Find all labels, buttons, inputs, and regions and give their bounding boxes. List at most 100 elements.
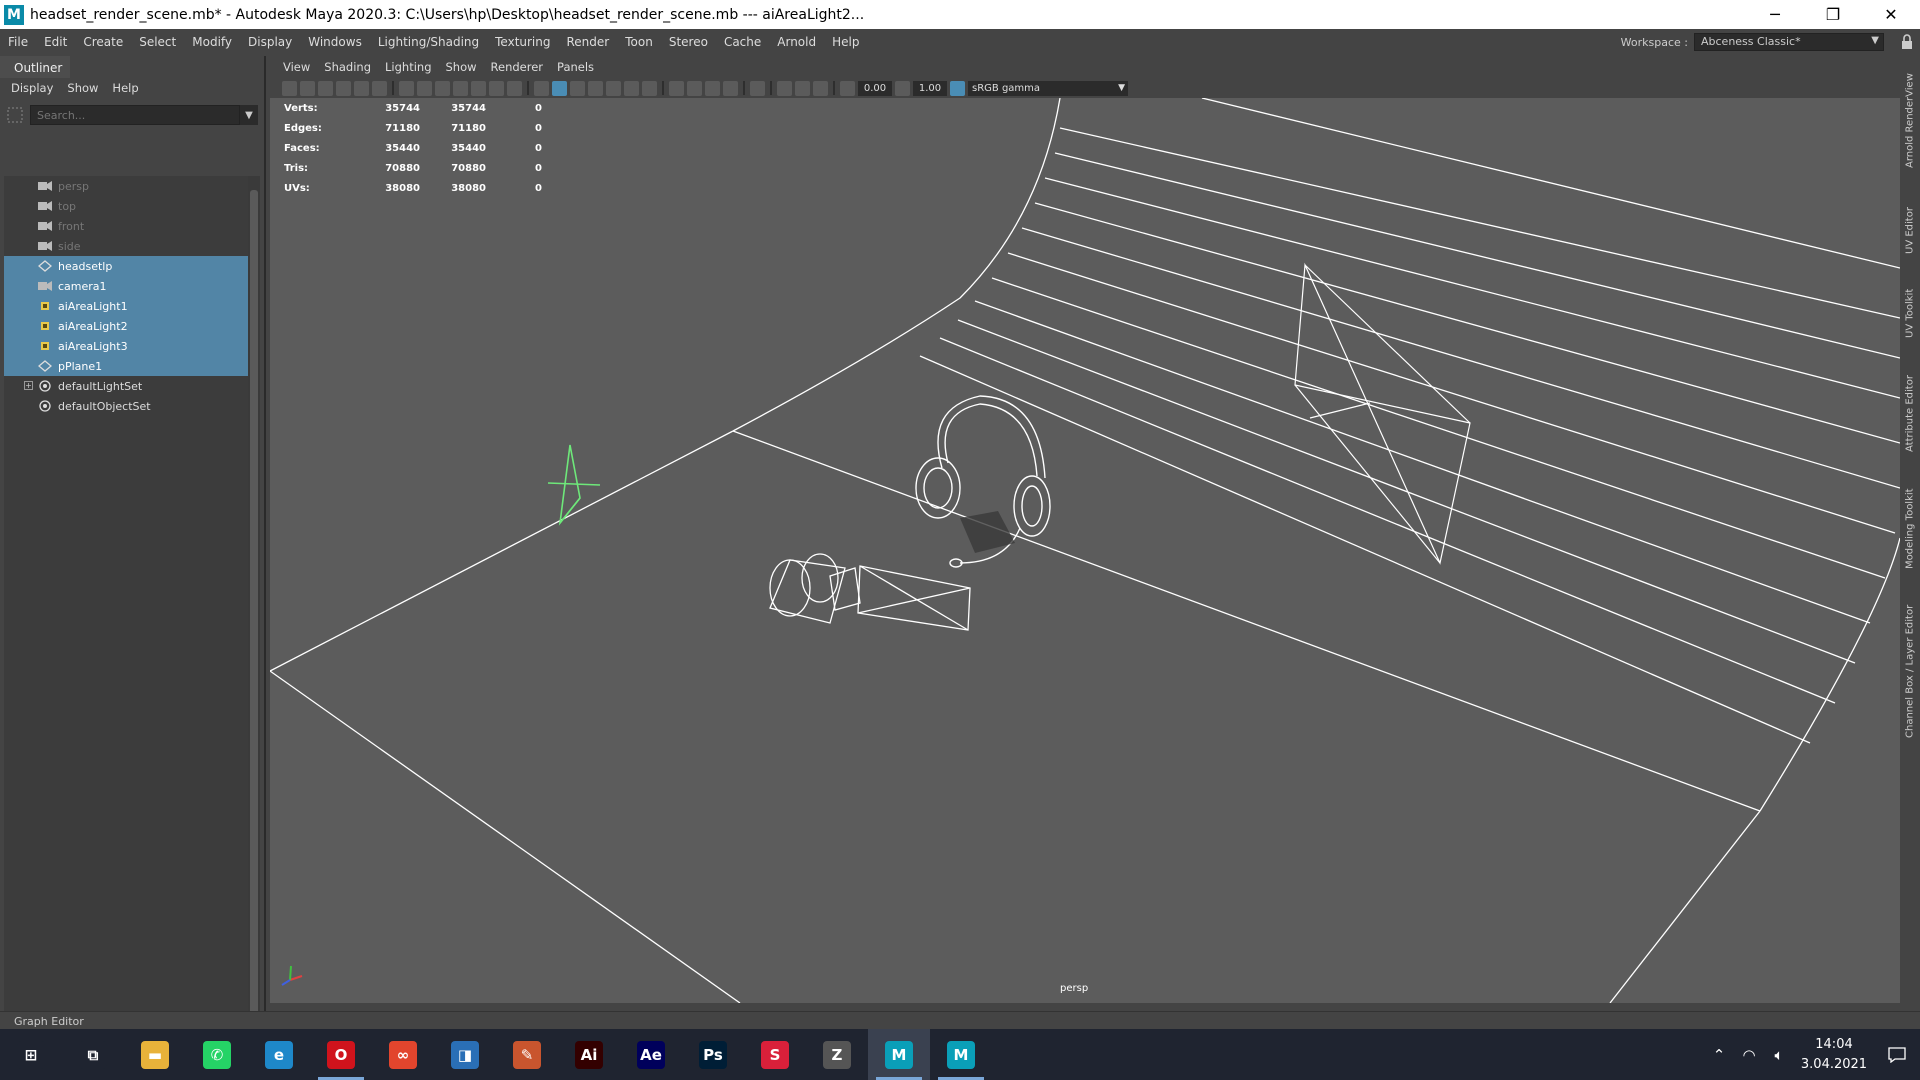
outliner-item[interactable]: defaultObjectSet — [4, 396, 248, 416]
windows-start-icon[interactable]: ⊞ — [0, 1029, 62, 1080]
gamma-field[interactable]: 1.00 — [913, 80, 947, 96]
default-material-icon[interactable] — [570, 80, 585, 96]
safe-action-icon[interactable] — [489, 80, 504, 96]
two-d-pan-icon[interactable] — [354, 80, 369, 96]
grease-pencil-icon[interactable] — [372, 80, 387, 96]
outliner-item[interactable]: pPlane1 — [4, 356, 248, 376]
grid-icon[interactable] — [399, 80, 414, 96]
expand-icon[interactable]: + — [24, 381, 33, 390]
after-effects-icon[interactable]: Ae — [620, 1029, 682, 1080]
notification-icon[interactable] — [1874, 1029, 1920, 1080]
side-tab-arnold-renderview[interactable]: Arnold RenderView — [1902, 66, 1918, 176]
menu-toon[interactable]: Toon — [617, 35, 661, 49]
outliner-item[interactable]: side — [4, 236, 248, 256]
menu-modify[interactable]: Modify — [184, 35, 240, 49]
task-view-icon[interactable]: ⧉ — [62, 1029, 124, 1080]
chevron-up-icon[interactable]: ⌃ — [1704, 1046, 1734, 1064]
wifi-icon[interactable]: ◠ — [1734, 1046, 1764, 1064]
maya-icon-2[interactable]: M — [930, 1029, 992, 1080]
viewport-menu-lighting[interactable]: Lighting — [378, 60, 438, 74]
shadows-icon[interactable] — [642, 80, 657, 96]
graph-editor-label[interactable]: Graph Editor — [14, 1015, 84, 1028]
exposure-icon[interactable] — [840, 80, 855, 96]
use-all-lights-icon[interactable] — [624, 80, 639, 96]
outliner-item[interactable]: headsetlp — [4, 256, 248, 276]
maya-icon[interactable]: M — [868, 1029, 930, 1080]
viewport-menu-view[interactable]: View — [276, 60, 317, 74]
menu-display[interactable]: Display — [240, 35, 300, 49]
outliner-menu-help[interactable]: Help — [105, 81, 145, 95]
menu-edit[interactable]: Edit — [36, 35, 75, 49]
side-tab-uv-toolkit[interactable]: UV Toolkit — [1902, 276, 1918, 351]
menu-create[interactable]: Create — [75, 35, 131, 49]
outliner-tab[interactable]: Outliner — [0, 56, 70, 78]
anti-aliasing-icon[interactable] — [705, 80, 720, 96]
xray-joints-icon[interactable] — [813, 80, 828, 96]
textured-icon[interactable] — [606, 80, 621, 96]
bookmark-icon[interactable] — [318, 80, 333, 96]
menu-arnold[interactable]: Arnold — [769, 35, 824, 49]
viewport-menu-show[interactable]: Show — [439, 60, 484, 74]
menu-windows[interactable]: Windows — [300, 35, 370, 49]
outliner-search-input[interactable] — [30, 105, 240, 125]
menu-select[interactable]: Select — [131, 35, 184, 49]
side-tab-uv-editor[interactable]: UV Editor — [1902, 196, 1918, 266]
screen-space-ao-icon[interactable] — [669, 80, 684, 96]
select-camera-icon[interactable] — [282, 80, 297, 96]
outliner-item[interactable]: aiAreaLight2 — [4, 316, 248, 336]
smooth-shade-icon[interactable] — [552, 80, 567, 96]
menu-cache[interactable]: Cache — [716, 35, 769, 49]
exposure-field[interactable]: 0.00 — [858, 80, 892, 96]
outliner-item[interactable]: top — [4, 196, 248, 216]
resolution-gate-icon[interactable] — [435, 80, 450, 96]
substance-icon[interactable]: S — [744, 1029, 806, 1080]
opera-icon[interactable]: O — [310, 1029, 372, 1080]
3d-viewport[interactable]: Verts: 35744 35744 0 Edges: 71180 71180 0 Faces:… — [270, 98, 1900, 1003]
xray-icon[interactable] — [777, 80, 792, 96]
outliner-menu-display[interactable]: Display — [4, 81, 60, 95]
depth-of-field-icon[interactable] — [723, 80, 738, 96]
viewport-menu-panels[interactable]: Panels — [550, 60, 601, 74]
app-square-icon[interactable]: ◨ — [434, 1029, 496, 1080]
outliner-menu-show[interactable]: Show — [60, 81, 105, 95]
chevron-down-icon[interactable]: ▼ — [240, 105, 258, 125]
outliner-item[interactable]: front — [4, 216, 248, 236]
outliner-item[interactable]: camera1 — [4, 276, 248, 296]
whatsapp-icon[interactable]: ✆ — [186, 1029, 248, 1080]
color-space-dropdown[interactable]: sRGB gamma ▼ — [968, 80, 1128, 96]
menu-file[interactable]: File — [0, 35, 36, 49]
menu-lighting-shading[interactable]: Lighting/Shading — [370, 35, 487, 49]
workspace-dropdown[interactable]: Abceness Classic* ▼ — [1694, 33, 1884, 51]
image-plane-icon[interactable] — [336, 80, 351, 96]
pencil-app-icon[interactable]: ✎ — [496, 1029, 558, 1080]
wireframe-icon[interactable] — [534, 80, 549, 96]
viewport-menu-shading[interactable]: Shading — [317, 60, 378, 74]
side-tab-attribute-editor[interactable]: Attribute Editor — [1902, 361, 1918, 466]
safe-title-icon[interactable] — [507, 80, 522, 96]
isolate-select-icon[interactable] — [750, 80, 765, 96]
color-management-icon[interactable] — [950, 80, 965, 96]
outliner-item[interactable]: aiAreaLight1 — [4, 296, 248, 316]
outliner-item[interactable]: persp — [4, 176, 248, 196]
xray-active-icon[interactable] — [795, 80, 810, 96]
filter-icon[interactable] — [6, 106, 24, 124]
edge-icon[interactable]: e — [248, 1029, 310, 1080]
zbrush-icon[interactable]: Z — [806, 1029, 868, 1080]
file-explorer-icon[interactable]: ▬ — [124, 1029, 186, 1080]
close-button[interactable]: ✕ — [1862, 0, 1920, 29]
clock[interactable]: 14:04 3.04.2021 — [1794, 1035, 1874, 1075]
gate-mask-icon[interactable] — [453, 80, 468, 96]
side-tab-channel-box[interactable]: Channel Box / Layer Editor — [1902, 591, 1918, 751]
restore-button[interactable]: ❐ — [1804, 0, 1862, 29]
minimize-button[interactable]: ─ — [1746, 0, 1804, 29]
camera-attributes-icon[interactable] — [300, 80, 315, 96]
outliner-item[interactable]: aiAreaLight3 — [4, 336, 248, 356]
wireframe-on-shaded-icon[interactable] — [588, 80, 603, 96]
viewport-menu-renderer[interactable]: Renderer — [484, 60, 551, 74]
motion-blur-icon[interactable] — [687, 80, 702, 96]
menu-texturing[interactable]: Texturing — [487, 35, 558, 49]
field-chart-icon[interactable] — [471, 80, 486, 96]
side-tab-modeling-toolkit[interactable]: Modeling Toolkit — [1902, 476, 1918, 581]
photoshop-icon[interactable]: Ps — [682, 1029, 744, 1080]
menu-render[interactable]: Render — [559, 35, 618, 49]
